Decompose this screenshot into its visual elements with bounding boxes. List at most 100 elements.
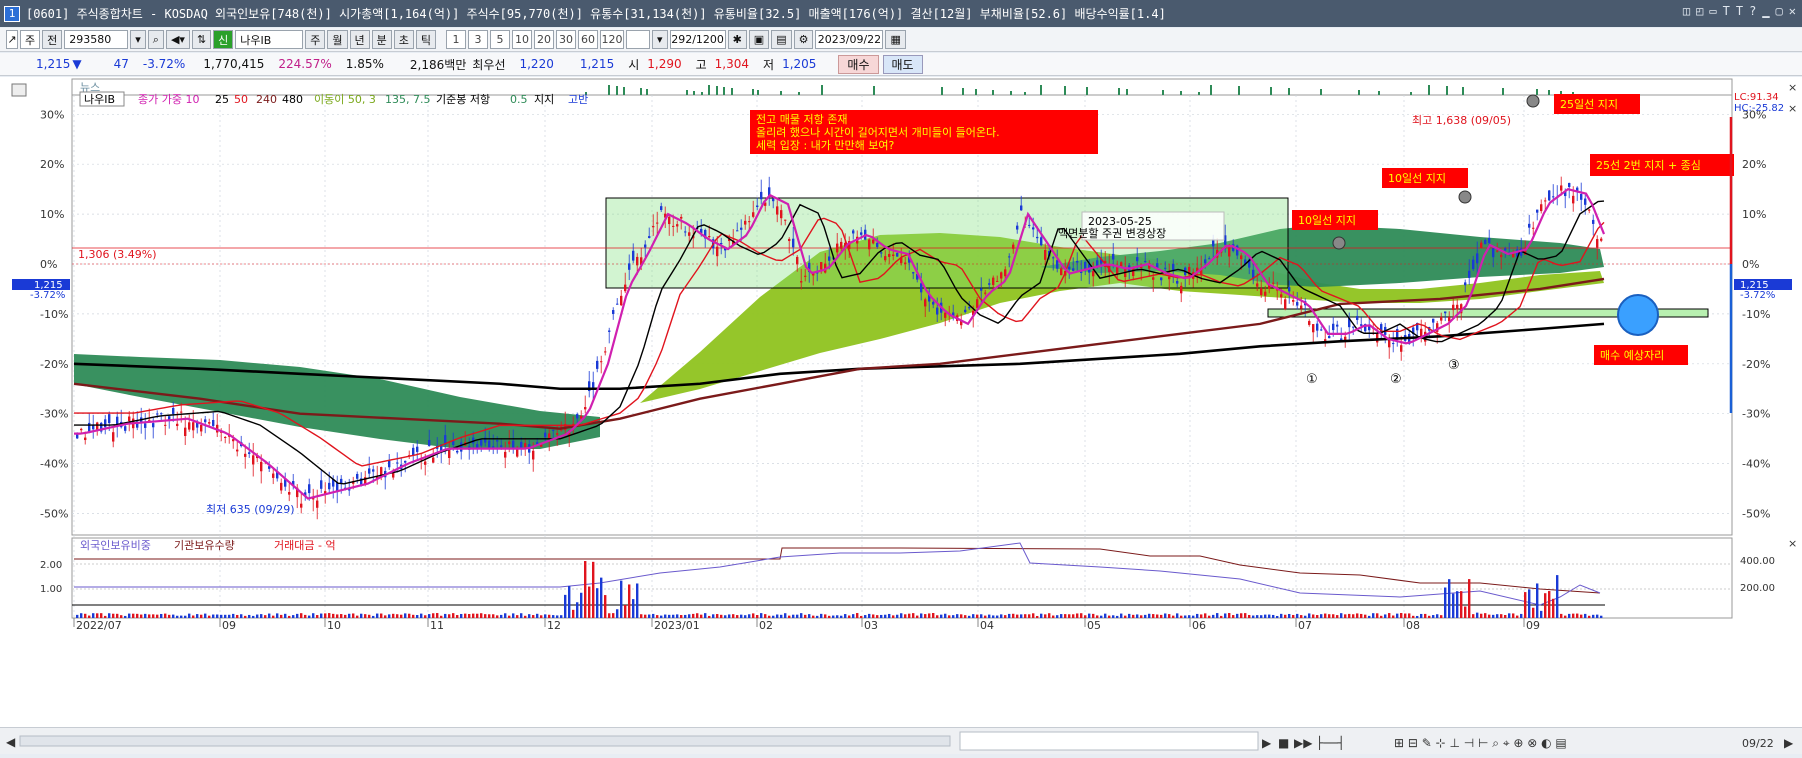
sell-button[interactable]: 매도 xyxy=(882,54,923,74)
menu-icon[interactable] xyxy=(11,83,27,97)
tile-icon[interactable]: ◫ xyxy=(1683,4,1690,18)
stop-icon[interactable]: ■ xyxy=(1278,736,1289,750)
all-button[interactable]: 전 xyxy=(42,30,63,49)
amount-bar xyxy=(1240,613,1243,618)
candle-body xyxy=(648,236,651,238)
text-icon[interactable]: T xyxy=(1723,4,1730,18)
panel-close-icon[interactable]: × xyxy=(1788,102,1797,115)
minute-20[interactable]: 20 xyxy=(534,30,555,49)
minute-30[interactable]: 30 xyxy=(556,30,577,49)
candle-body xyxy=(1004,269,1007,277)
candle-body xyxy=(192,422,195,431)
amount-bar xyxy=(1104,613,1107,618)
amount-bar xyxy=(396,614,399,618)
amount-bar xyxy=(272,615,275,618)
amount-bar xyxy=(812,615,815,618)
close-icon[interactable]: ✕ xyxy=(1789,4,1796,18)
buy-zone-circle xyxy=(1617,294,1659,336)
news-bar xyxy=(1010,91,1012,95)
period-second[interactable]: 초 xyxy=(393,30,414,49)
minute-5[interactable]: 5 xyxy=(490,30,511,49)
sound-icon[interactable]: ◀▾ xyxy=(165,30,190,49)
maximize-icon[interactable]: ▢ xyxy=(1776,4,1783,18)
amount-bar xyxy=(1588,615,1591,618)
interval-dropdown-icon[interactable]: ▾ xyxy=(652,30,668,49)
help-icon[interactable]: ? xyxy=(1749,4,1756,18)
pin-icon[interactable]: ↗ xyxy=(6,30,18,49)
amount-bar xyxy=(192,615,195,618)
count-field[interactable]: 292/1200 xyxy=(669,30,726,49)
amount-bar xyxy=(1520,613,1523,618)
scroll-left-icon[interactable]: ◀ xyxy=(6,735,16,749)
candle-body xyxy=(316,500,319,508)
candle-body xyxy=(672,225,675,227)
candle-body xyxy=(1256,283,1259,287)
scroll-thumb[interactable] xyxy=(959,731,1259,751)
dropdown-icon[interactable]: ▾ xyxy=(130,30,146,49)
amount-bar xyxy=(1252,615,1255,618)
candle-body xyxy=(748,221,751,223)
fast-forward-icon[interactable]: ▶▶ xyxy=(1294,736,1313,750)
minute-120[interactable]: 120 xyxy=(600,30,625,49)
minute-1[interactable]: 1 xyxy=(446,30,467,49)
period-year[interactable]: 년 xyxy=(349,30,370,49)
window-number[interactable]: 1 xyxy=(4,5,20,22)
candle-body xyxy=(532,450,535,460)
amount-bar xyxy=(1000,614,1003,618)
amount-bar xyxy=(1032,613,1035,618)
settings-icon[interactable]: ⚙ xyxy=(793,30,814,49)
code-input[interactable]: 293580 xyxy=(64,30,129,49)
amount-bar xyxy=(952,615,955,618)
cascade-icon[interactable]: ◰ xyxy=(1696,4,1703,18)
candle-body xyxy=(920,283,923,293)
zoom-slider-icon[interactable]: ├──┤ xyxy=(1316,735,1345,750)
amount-bar xyxy=(652,613,655,618)
search-icon[interactable]: ⌕ xyxy=(147,30,164,49)
lock-icon[interactable]: ▣ xyxy=(748,30,770,49)
amount-bar xyxy=(756,615,759,618)
period-minute[interactable]: 분 xyxy=(371,30,392,49)
minute-3[interactable]: 3 xyxy=(468,30,489,49)
minute-60[interactable]: 60 xyxy=(578,30,599,49)
annotation-main-line2: 올리려 했으나 시간이 길어지면서 개미들이 들어온다. xyxy=(756,126,1000,139)
prev-next-icon[interactable]: ⇅ xyxy=(191,30,212,49)
market-select[interactable]: 주 xyxy=(20,30,41,49)
amount-bar xyxy=(1220,615,1223,618)
period-month[interactable]: 월 xyxy=(327,30,348,49)
save-icon[interactable]: ▤ xyxy=(771,30,792,49)
candle-body xyxy=(804,275,807,277)
price-chart[interactable]: 뉴스 × × × 30%20%10%0%-10%-20%-30%-40%-50%… xyxy=(0,77,1802,727)
minimize-icon[interactable]: ▁ xyxy=(1762,4,1769,18)
calendar-icon[interactable]: ▦ xyxy=(885,30,906,49)
candle-body xyxy=(1336,324,1339,327)
amount-bar xyxy=(920,613,923,618)
amount-bar xyxy=(1008,613,1011,618)
amount-bar xyxy=(1456,591,1459,618)
news-close-icon[interactable]: × xyxy=(1788,81,1797,94)
draw-tools-icon[interactable]: ⊞ ⊟ ✎ ⊹ ⊥ ⊣ ⊢ ⌕ ⌖ ⊕ ⊗ ◐ ▤ xyxy=(1394,736,1567,750)
amount-bar xyxy=(320,613,323,618)
amount-bar xyxy=(1368,615,1371,618)
date-field[interactable]: 2023/09/22 xyxy=(815,30,884,49)
amount-bar xyxy=(876,615,879,618)
trade-amount: 2,186백만 xyxy=(409,57,467,72)
buy-button[interactable]: 매수 xyxy=(838,54,879,74)
amount-bar xyxy=(524,615,527,618)
zoom-icon[interactable]: ✱ xyxy=(727,30,747,49)
amount-bar xyxy=(996,615,999,618)
chart-area[interactable]: 뉴스 × × × 30% 20% 10% 0% -10% -20% -30% -40% -50%… xyxy=(0,77,1802,727)
amount-bar xyxy=(1556,575,1559,618)
scroll-track[interactable] xyxy=(19,735,951,747)
layout-icon[interactable]: ▭ xyxy=(1709,4,1716,18)
amount-bar xyxy=(356,615,359,618)
sub-close-icon[interactable]: × xyxy=(1788,537,1797,550)
amount-bar xyxy=(1228,613,1231,618)
period-week[interactable]: 주 xyxy=(305,30,326,49)
interval-input[interactable] xyxy=(626,30,651,49)
scroll-right-icon[interactable]: ▶ xyxy=(1784,736,1794,750)
play-icon[interactable]: ▶ xyxy=(1262,736,1272,750)
text-size-icon[interactable]: T xyxy=(1736,4,1743,18)
amount-bar xyxy=(188,613,191,618)
minute-10[interactable]: 10 xyxy=(512,30,533,49)
period-tick[interactable]: 틱 xyxy=(415,30,437,49)
